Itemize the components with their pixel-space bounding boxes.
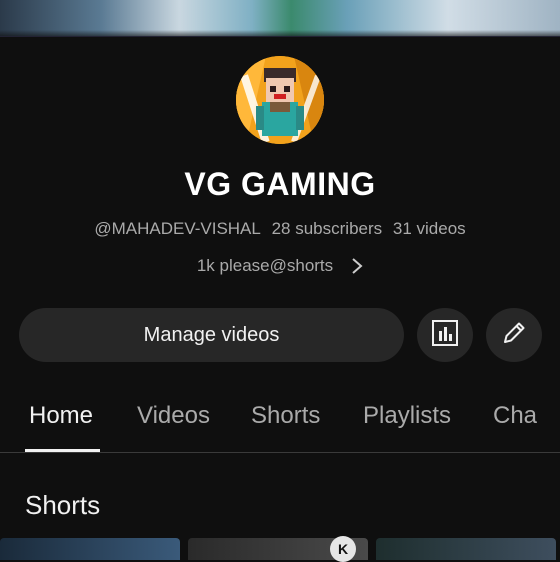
channel-tabs: Home Videos Shorts Playlists Cha [0,392,560,453]
manage-videos-label: Manage videos [143,323,280,346]
active-tab-indicator [25,449,100,452]
channel-avatar[interactable] [236,56,324,144]
manage-videos-button[interactable]: Manage videos [19,308,404,362]
channel-meta: @MAHADEV-VISHAL 28 subscribers 31 videos [0,219,560,239]
tab-shorts[interactable]: Shorts [251,402,320,430]
tab-channels[interactable]: Cha [493,402,537,430]
bar-chart-icon [431,319,459,352]
tab-home[interactable]: Home [29,402,93,430]
edit-channel-button[interactable] [486,308,542,362]
chevron-right-icon [351,257,363,275]
description-text: 1k please@shorts [196,256,334,275]
shorts-shelf [0,538,560,560]
tab-videos[interactable]: Videos [137,402,210,430]
video-count: 31 videos [392,219,466,238]
channel-handle: @MAHADEV-VISHAL [94,219,261,238]
tab-playlists[interactable]: Playlists [363,402,451,430]
analytics-button[interactable] [417,308,473,362]
short-thumbnail[interactable] [376,538,556,560]
channel-name: VG GAMING [184,166,376,202]
channel-banner [0,0,560,37]
subscriber-count: 28 subscribers [271,219,383,238]
watermark-logo: K [330,536,356,562]
avatar-image [236,56,324,144]
channel-description[interactable]: 1k please@shorts [0,256,560,276]
short-thumbnail[interactable] [0,538,180,560]
pencil-icon [500,319,528,352]
shorts-section-title: Shorts [25,490,101,520]
